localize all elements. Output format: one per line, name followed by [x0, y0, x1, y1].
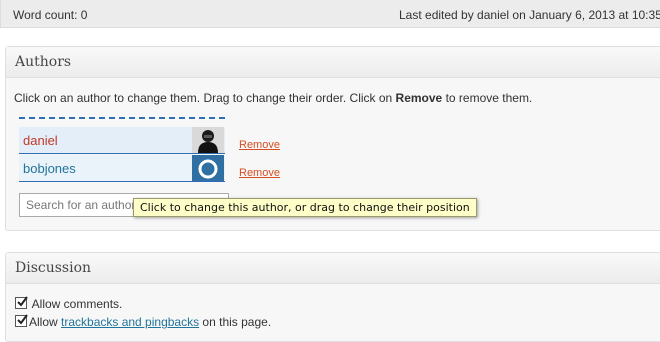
allow-pingbacks-checkbox[interactable] — [15, 314, 28, 327]
checkmark-icon — [17, 296, 28, 307]
discussion-box-title: Discussion — [15, 260, 92, 276]
allow-pingbacks-option: Allow trackbacks and pingbacks on this p… — [15, 314, 271, 329]
author-row-daniel[interactable]: daniel — [19, 127, 225, 154]
word-count: Word count: 0 — [13, 8, 88, 22]
remove-author-bobjones-link[interactable]: Remove — [239, 167, 280, 179]
allow-pingbacks-label-post[interactable]: on this page. — [199, 315, 271, 329]
default-blue-avatar-icon — [192, 155, 224, 181]
instructions-remove-emphasis: Remove — [395, 91, 443, 105]
remove-author-daniel-link[interactable]: Remove — [239, 139, 280, 151]
authors-box-title: Authors — [15, 54, 72, 70]
checkmark-icon — [17, 314, 28, 325]
instructions-text-end: to remove them. — [442, 91, 533, 105]
author-name[interactable]: bobjones — [23, 161, 76, 176]
allow-comments-label[interactable]: Allow comments. — [32, 297, 123, 311]
authors-meta-box: Authors Click on an author to change the… — [5, 46, 660, 231]
discussion-box-header[interactable] — [6, 253, 660, 284]
drag-drop-indicator — [19, 117, 225, 119]
post-status-bar: Word count: 0 Last edited by daniel on J… — [0, 0, 660, 28]
author-tooltip: Click to change this author, or drag to … — [133, 198, 477, 217]
author-row-bobjones[interactable]: bobjones — [19, 155, 225, 182]
authors-box-header[interactable] — [6, 47, 660, 78]
last-edited-info: Last edited by daniel on January 6, 2013… — [399, 8, 660, 22]
discussion-meta-box: Discussion Allow comments. Allow trackba… — [5, 252, 660, 342]
author-name[interactable]: daniel — [23, 133, 58, 148]
trackbacks-pingbacks-link[interactable]: trackbacks and pingbacks — [61, 315, 199, 329]
allow-pingbacks-label-pre[interactable]: Allow — [29, 315, 61, 329]
allow-comments-checkbox[interactable] — [15, 296, 28, 309]
person-photo-avatar-icon — [192, 127, 224, 153]
authors-instructions: Click on an author to change them. Drag … — [14, 91, 532, 105]
allow-comments-option: Allow comments. — [15, 296, 123, 311]
instructions-text: Click on an author to change them. Drag … — [14, 91, 396, 105]
